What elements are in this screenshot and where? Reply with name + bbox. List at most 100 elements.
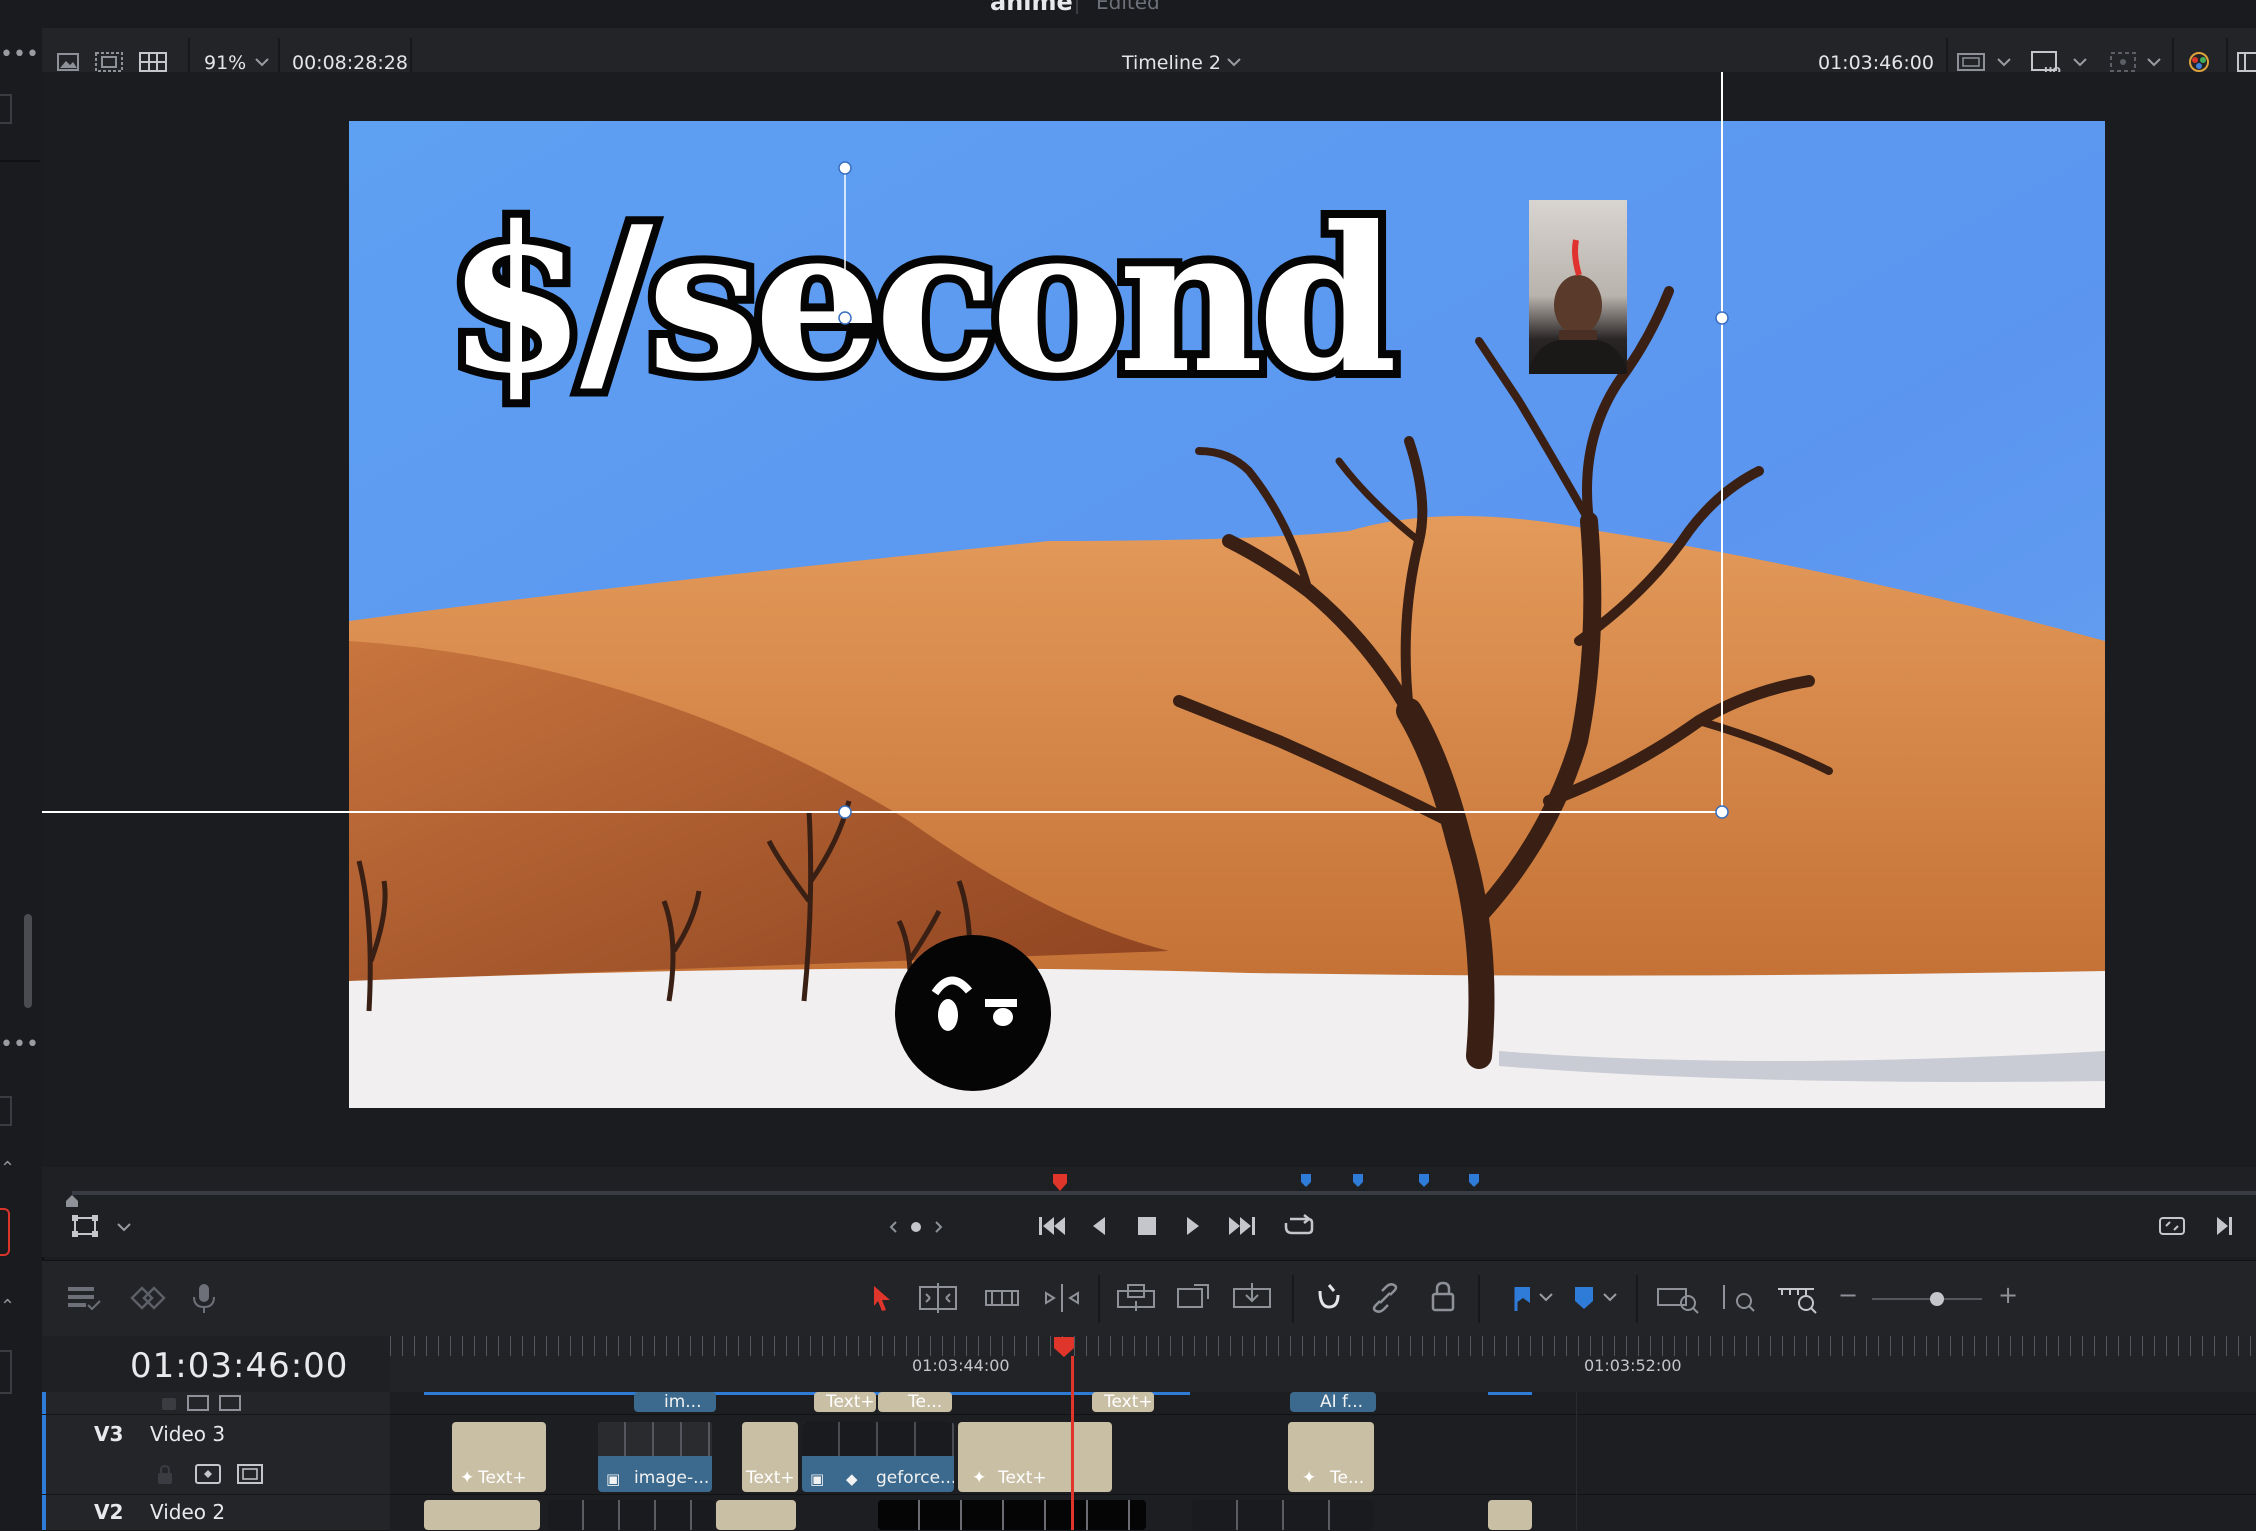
flag-icon[interactable] (1510, 1283, 1534, 1313)
left-panel-tab[interactable] (0, 1350, 12, 1394)
lock-icon[interactable] (154, 1464, 176, 1486)
chevron-down-icon[interactable] (1538, 1291, 1554, 1303)
play-reverse-icon[interactable] (1088, 1213, 1110, 1239)
track-header-v2[interactable]: V2 Video 2 (42, 1494, 390, 1531)
play-icon[interactable] (1182, 1213, 1204, 1239)
timeline-clip[interactable]: Text+ (1092, 1392, 1154, 1412)
stop-icon[interactable] (1136, 1215, 1158, 1237)
record-indicator[interactable] (0, 1208, 10, 1256)
rotation-handle[interactable] (838, 161, 852, 175)
image-view-icon[interactable] (56, 50, 82, 74)
chevron-down-icon[interactable] (116, 1221, 132, 1233)
blade-edit-icon[interactable] (1040, 1281, 1084, 1315)
transform-overlay-icon[interactable] (2108, 50, 2138, 74)
snapping-icon[interactable] (1312, 1281, 1346, 1315)
grid-view-icon[interactable] (138, 50, 168, 74)
geforce-clip[interactable]: geforce... ▣ ◆ (802, 1422, 954, 1492)
match-frame-icon[interactable] (2156, 1213, 2188, 1239)
chevron-down-icon[interactable] (1226, 56, 1242, 68)
skip-to-start-icon[interactable] (1036, 1213, 1068, 1239)
playhead-line[interactable] (1071, 1356, 1074, 1530)
track-visibility-icon[interactable] (236, 1462, 264, 1486)
timeline-clip[interactable] (1192, 1500, 1374, 1530)
detail-zoom-icon[interactable] (1714, 1281, 1760, 1315)
image-clip[interactable]: image-... ▣ (598, 1422, 712, 1492)
timeline-view-options-icon[interactable] (64, 1283, 104, 1313)
bottom-handle[interactable] (838, 805, 852, 819)
zoom-slider-handle[interactable] (1930, 1292, 1944, 1306)
blue-marker-icon[interactable] (1300, 1173, 1312, 1189)
text-plus-clip[interactable]: Text+ ✦ (958, 1422, 1112, 1492)
track-controls-icons[interactable] (162, 1394, 242, 1412)
chevron-down-icon[interactable] (1996, 56, 2012, 68)
timeline-name[interactable]: Timeline 2 (1122, 52, 1221, 74)
split-view-icon[interactable] (2236, 50, 2256, 74)
more-options-icon[interactable]: ••• (0, 1032, 39, 1057)
zoom-out-button[interactable]: − (1838, 1281, 1858, 1309)
zoom-in-button[interactable]: + (1998, 1281, 2018, 1309)
viewer-mode-icon[interactable] (1956, 50, 1986, 74)
film-strip-icon[interactable] (94, 50, 124, 74)
collapse-icon[interactable]: ⌃ (0, 1296, 15, 1317)
timeline-clip[interactable] (548, 1500, 714, 1530)
timeline-clip[interactable]: im... (634, 1392, 716, 1412)
linked-selection-icon[interactable] (1368, 1281, 1402, 1315)
auto-select-icon[interactable] (194, 1462, 222, 1486)
chevron-down-icon[interactable] (2072, 56, 2088, 68)
timeline-clip[interactable]: AI f... (1290, 1392, 1376, 1412)
timeline-clip[interactable] (878, 1500, 1146, 1530)
anchor-handle[interactable] (838, 311, 852, 325)
timeline-clip[interactable]: Te... (878, 1392, 952, 1412)
transform-tool-icon[interactable] (70, 1213, 100, 1239)
right-handle[interactable] (1715, 311, 1729, 325)
track-name[interactable]: Video 3 (150, 1422, 225, 1446)
timeline-clip[interactable] (1488, 1500, 1532, 1530)
sparkle-icon: ✦ (460, 1468, 475, 1488)
loop-icon[interactable] (1282, 1211, 1316, 1241)
timeline-tracks[interactable]: im... Text+ Te... Text+ AI f... Text+ ✦ i… (390, 1356, 2256, 1530)
playhead-handle-icon[interactable] (1052, 1336, 1076, 1358)
chevron-down-icon[interactable] (1602, 1291, 1618, 1303)
track-name[interactable]: Video 2 (150, 1500, 225, 1524)
left-panel-tab[interactable] (0, 94, 12, 124)
playhead-marker-icon[interactable] (1052, 1173, 1068, 1193)
zoom-slider-track[interactable] (1872, 1298, 1982, 1300)
timeline-timecode[interactable]: 01:03:46:00 (130, 1346, 348, 1386)
insert-clip-icon[interactable] (1114, 1281, 1158, 1315)
timeline-clip[interactable]: Text+ (814, 1392, 876, 1412)
panel-scrollbar[interactable] (24, 914, 32, 1008)
zoom-level[interactable]: 91% (204, 52, 246, 74)
timeline-clip[interactable] (424, 1500, 540, 1530)
trim-edit-tool-icon[interactable] (916, 1281, 960, 1315)
microphone-icon[interactable] (188, 1281, 220, 1315)
next-clip-icon[interactable] (2214, 1213, 2236, 1239)
text-plus-clip[interactable]: Text+ ✦ (452, 1422, 546, 1492)
selection-tool-icon[interactable] (868, 1283, 896, 1313)
track-sync-icon[interactable] (128, 1283, 168, 1313)
position-lock-icon[interactable] (1426, 1279, 1460, 1315)
chevron-down-icon[interactable] (2146, 56, 2162, 68)
more-options-icon[interactable]: ••• (0, 42, 39, 67)
timeline-ruler[interactable]: 01:03:44:00 01:03:52:00 (390, 1336, 2256, 1392)
blue-marker-icon[interactable] (1468, 1173, 1480, 1189)
corner-handle[interactable] (1715, 805, 1729, 819)
blue-marker-icon[interactable] (1352, 1173, 1364, 1189)
text-plus-clip[interactable]: Te... ✦ (1288, 1422, 1374, 1492)
text-plus-clip[interactable]: Text+ (742, 1422, 798, 1492)
left-panel-tab[interactable] (0, 1096, 12, 1126)
dynamic-trim-icon[interactable] (982, 1283, 1022, 1313)
skip-to-end-icon[interactable] (1226, 1213, 1258, 1239)
custom-zoom-icon[interactable] (1774, 1281, 1822, 1315)
track-header-v4-partial[interactable] (42, 1392, 390, 1415)
chevron-down-icon[interactable] (254, 56, 270, 68)
collapse-icon[interactable]: ⌃ (0, 1158, 15, 1179)
overwrite-clip-icon[interactable] (1174, 1281, 1214, 1315)
transform-gizmo[interactable] (42, 72, 2256, 1167)
blue-marker-icon[interactable] (1418, 1173, 1430, 1189)
jog-control-icon[interactable] (888, 1219, 944, 1235)
full-extent-zoom-icon[interactable] (1654, 1281, 1700, 1315)
replace-clip-icon[interactable] (1230, 1281, 1276, 1315)
track-header-v3[interactable]: V3 Video 3 (42, 1414, 390, 1495)
timeline-clip[interactable] (716, 1500, 796, 1530)
marker-icon[interactable] (1572, 1283, 1596, 1313)
